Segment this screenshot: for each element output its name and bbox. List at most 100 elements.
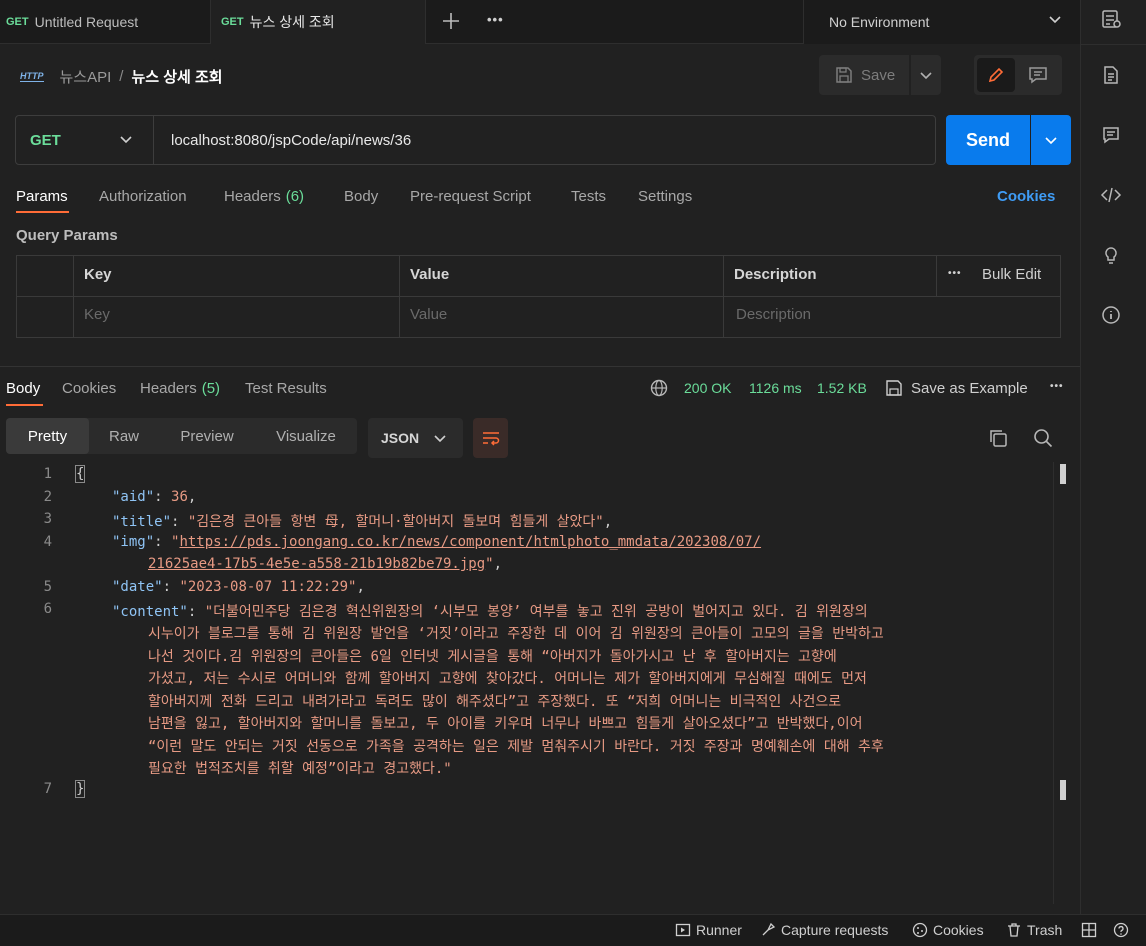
code-line[interactable]: "img": "https://pds.joongang.co.kr/news/…	[112, 534, 761, 550]
sidebar-divider	[1080, 44, 1146, 45]
tab-pre-request-script[interactable]: Pre-request Script	[410, 184, 531, 208]
tab-tests[interactable]: Tests	[571, 184, 606, 208]
comments-icon[interactable]	[1100, 124, 1122, 146]
send-button[interactable]: Send	[946, 115, 1030, 165]
column-header-description: Description	[734, 266, 817, 283]
response-more-icon[interactable]: •••	[1050, 381, 1064, 392]
bulk-edit-button[interactable]: Bulk Edit	[982, 266, 1041, 283]
tab-body[interactable]: Body	[344, 184, 378, 208]
tab-headers[interactable]: Headers (6)	[224, 184, 304, 208]
response-tab-body[interactable]: Body	[6, 377, 40, 399]
format-label: JSON	[381, 430, 420, 446]
json-link[interactable]: https://pds.joongang.co.kr/news/componen…	[179, 534, 761, 550]
tab-label: Authorization	[99, 187, 187, 205]
code-line[interactable]: 할아버지께 전화 드리고 내려가라고 독려도 많이 해주셨다”고 주장했다. 또…	[148, 691, 841, 711]
more-options-icon[interactable]: •••	[948, 268, 962, 279]
code-line[interactable]: 나선 것이다.김 위원장의 큰아들은 6일 인터넷 게시글을 통해 “아버지가 …	[148, 646, 837, 666]
json-key: "title"	[112, 514, 172, 530]
footer-label: Runner	[696, 922, 742, 938]
view-raw[interactable]: Raw	[89, 418, 159, 454]
scrollbar-thumb[interactable]	[1060, 780, 1066, 800]
tab-label: Cookies	[62, 379, 117, 397]
code-line[interactable]: "aid": 36,	[112, 489, 196, 505]
code-line[interactable]: 남편을 잃고, 할아버지와 할머니를 돌보고, 두 아이를 키우며 너무나 바쁘…	[148, 713, 862, 733]
chevron-down-icon	[920, 72, 932, 80]
key-input[interactable]: Key	[84, 306, 110, 323]
tab-untitled-request[interactable]: GET Untitled Request	[0, 0, 210, 44]
view-visualize[interactable]: Visualize	[255, 418, 357, 454]
url-input[interactable]: localhost:8080/jspCode/api/news/36	[171, 116, 411, 164]
request-response-divider[interactable]	[0, 366, 1080, 367]
new-tab-plus-icon[interactable]	[440, 10, 462, 32]
send-dropdown-button[interactable]	[1031, 115, 1071, 165]
comment-mode-button[interactable]	[1018, 58, 1058, 92]
format-select[interactable]: JSON	[368, 418, 463, 458]
response-tab-cookies[interactable]: Cookies	[62, 377, 116, 399]
save-button[interactable]: Save	[819, 55, 909, 95]
status-code[interactable]: 200 OK	[684, 377, 731, 399]
code-line[interactable]: “이런 말도 안되는 거짓 선동으로 가족을 공격하는 일은 제발 멈춰주시기 …	[148, 736, 884, 756]
query-params-title: Query Params	[16, 227, 118, 244]
response-tab-test-results[interactable]: Test Results	[245, 377, 327, 399]
trash-icon	[1008, 923, 1020, 937]
column-header-value: Value	[410, 266, 450, 283]
layout-two-pane-icon[interactable]	[1081, 922, 1097, 941]
breadcrumb-collection[interactable]: 뉴스API	[60, 66, 112, 87]
runner-button[interactable]: Runner	[675, 921, 742, 939]
save-dropdown-button[interactable]	[911, 55, 941, 95]
tab-label: Body	[344, 187, 379, 205]
environment-selector[interactable]: No Environment	[803, 0, 1080, 44]
breadcrumb-request-name[interactable]: 뉴스 상세 조회	[131, 66, 222, 87]
table-divider	[936, 256, 937, 296]
wrap-icon	[482, 432, 499, 446]
value-input[interactable]: Value	[410, 306, 447, 323]
edit-mode-button[interactable]	[977, 58, 1015, 92]
json-link[interactable]: 21625ae4-17b5-4e5e-a558-21b19b82be79.jpg	[148, 556, 485, 572]
code-line[interactable]: {	[74, 465, 86, 483]
line-number: 4	[43, 534, 52, 550]
tab-settings[interactable]: Settings	[638, 184, 692, 208]
scrollbar-thumb[interactable]	[1060, 464, 1066, 484]
code-line[interactable]: 시누이가 블로그를 통해 김 위원장 발언을 ‘거짓’이라고 주장한 데 이어 …	[148, 623, 884, 643]
response-size[interactable]: 1.52 KB	[817, 377, 867, 399]
documentation-icon[interactable]	[1100, 64, 1122, 86]
response-tab-headers[interactable]: Headers (5)	[140, 377, 220, 399]
help-icon[interactable]	[1113, 922, 1129, 941]
code-line[interactable]: 21625ae4-17b5-4e5e-a558-21b19b82be79.jpg…	[148, 556, 502, 572]
tab-label: Pre-request Script	[410, 187, 531, 205]
cookies-button[interactable]: Cookies	[912, 921, 984, 939]
method-select[interactable]: GET	[16, 116, 154, 164]
tab-label: Settings	[638, 187, 693, 205]
code-line[interactable]: "date": "2023-08-07 11:22:29",	[112, 579, 365, 595]
json-key: "date"	[112, 579, 163, 595]
tab-news-detail[interactable]: GET 뉴스 상세 조회	[210, 0, 426, 44]
trash-button[interactable]: Trash	[1006, 921, 1062, 939]
pencil-icon	[988, 67, 1004, 83]
code-snippet-icon[interactable]	[1100, 184, 1122, 206]
code-line[interactable]: "content": "더불어민주당 김은경 혁신위원장의 ‘시부모 봉양’ 여…	[112, 601, 868, 621]
wrap-lines-button[interactable]	[473, 418, 508, 458]
more-tabs-icon[interactable]: •••	[487, 12, 504, 27]
info-bulb-icon[interactable]	[1100, 244, 1122, 266]
copy-icon[interactable]	[988, 428, 1008, 451]
comment-icon	[1029, 67, 1047, 84]
info-icon[interactable]	[1100, 304, 1122, 326]
code-line[interactable]: "title": "김은경 큰아들 항변 母, 할머니·할아버지 돌보며 힘들게…	[112, 511, 612, 531]
environment-quicklook-icon[interactable]	[1100, 8, 1122, 30]
view-pretty[interactable]: Pretty	[6, 418, 89, 454]
code-line[interactable]: 필요한 법적조치를 취할 예정”이라고 경고했다."	[148, 758, 452, 778]
tab-label: Tests	[571, 187, 607, 205]
search-icon[interactable]	[1033, 428, 1053, 451]
code-line[interactable]: 가셨고, 저는 수시로 어머니와 함께 할아버지 고향에 찾아갔다. 어머니는 …	[148, 668, 867, 688]
code-line[interactable]: }	[74, 780, 86, 798]
globe-icon[interactable]	[650, 379, 668, 400]
cookies-link[interactable]: Cookies	[997, 184, 1055, 208]
active-tab-underline	[6, 404, 43, 406]
response-time[interactable]: 1126 ms	[749, 377, 802, 399]
capture-requests-button[interactable]: Capture requests	[760, 921, 888, 939]
tab-params[interactable]: Params	[16, 184, 68, 208]
tab-authorization[interactable]: Authorization	[99, 184, 187, 208]
description-input[interactable]: Description	[736, 306, 811, 323]
save-as-example-button[interactable]: Save as Example	[885, 377, 1028, 399]
view-preview[interactable]: Preview	[159, 418, 255, 454]
